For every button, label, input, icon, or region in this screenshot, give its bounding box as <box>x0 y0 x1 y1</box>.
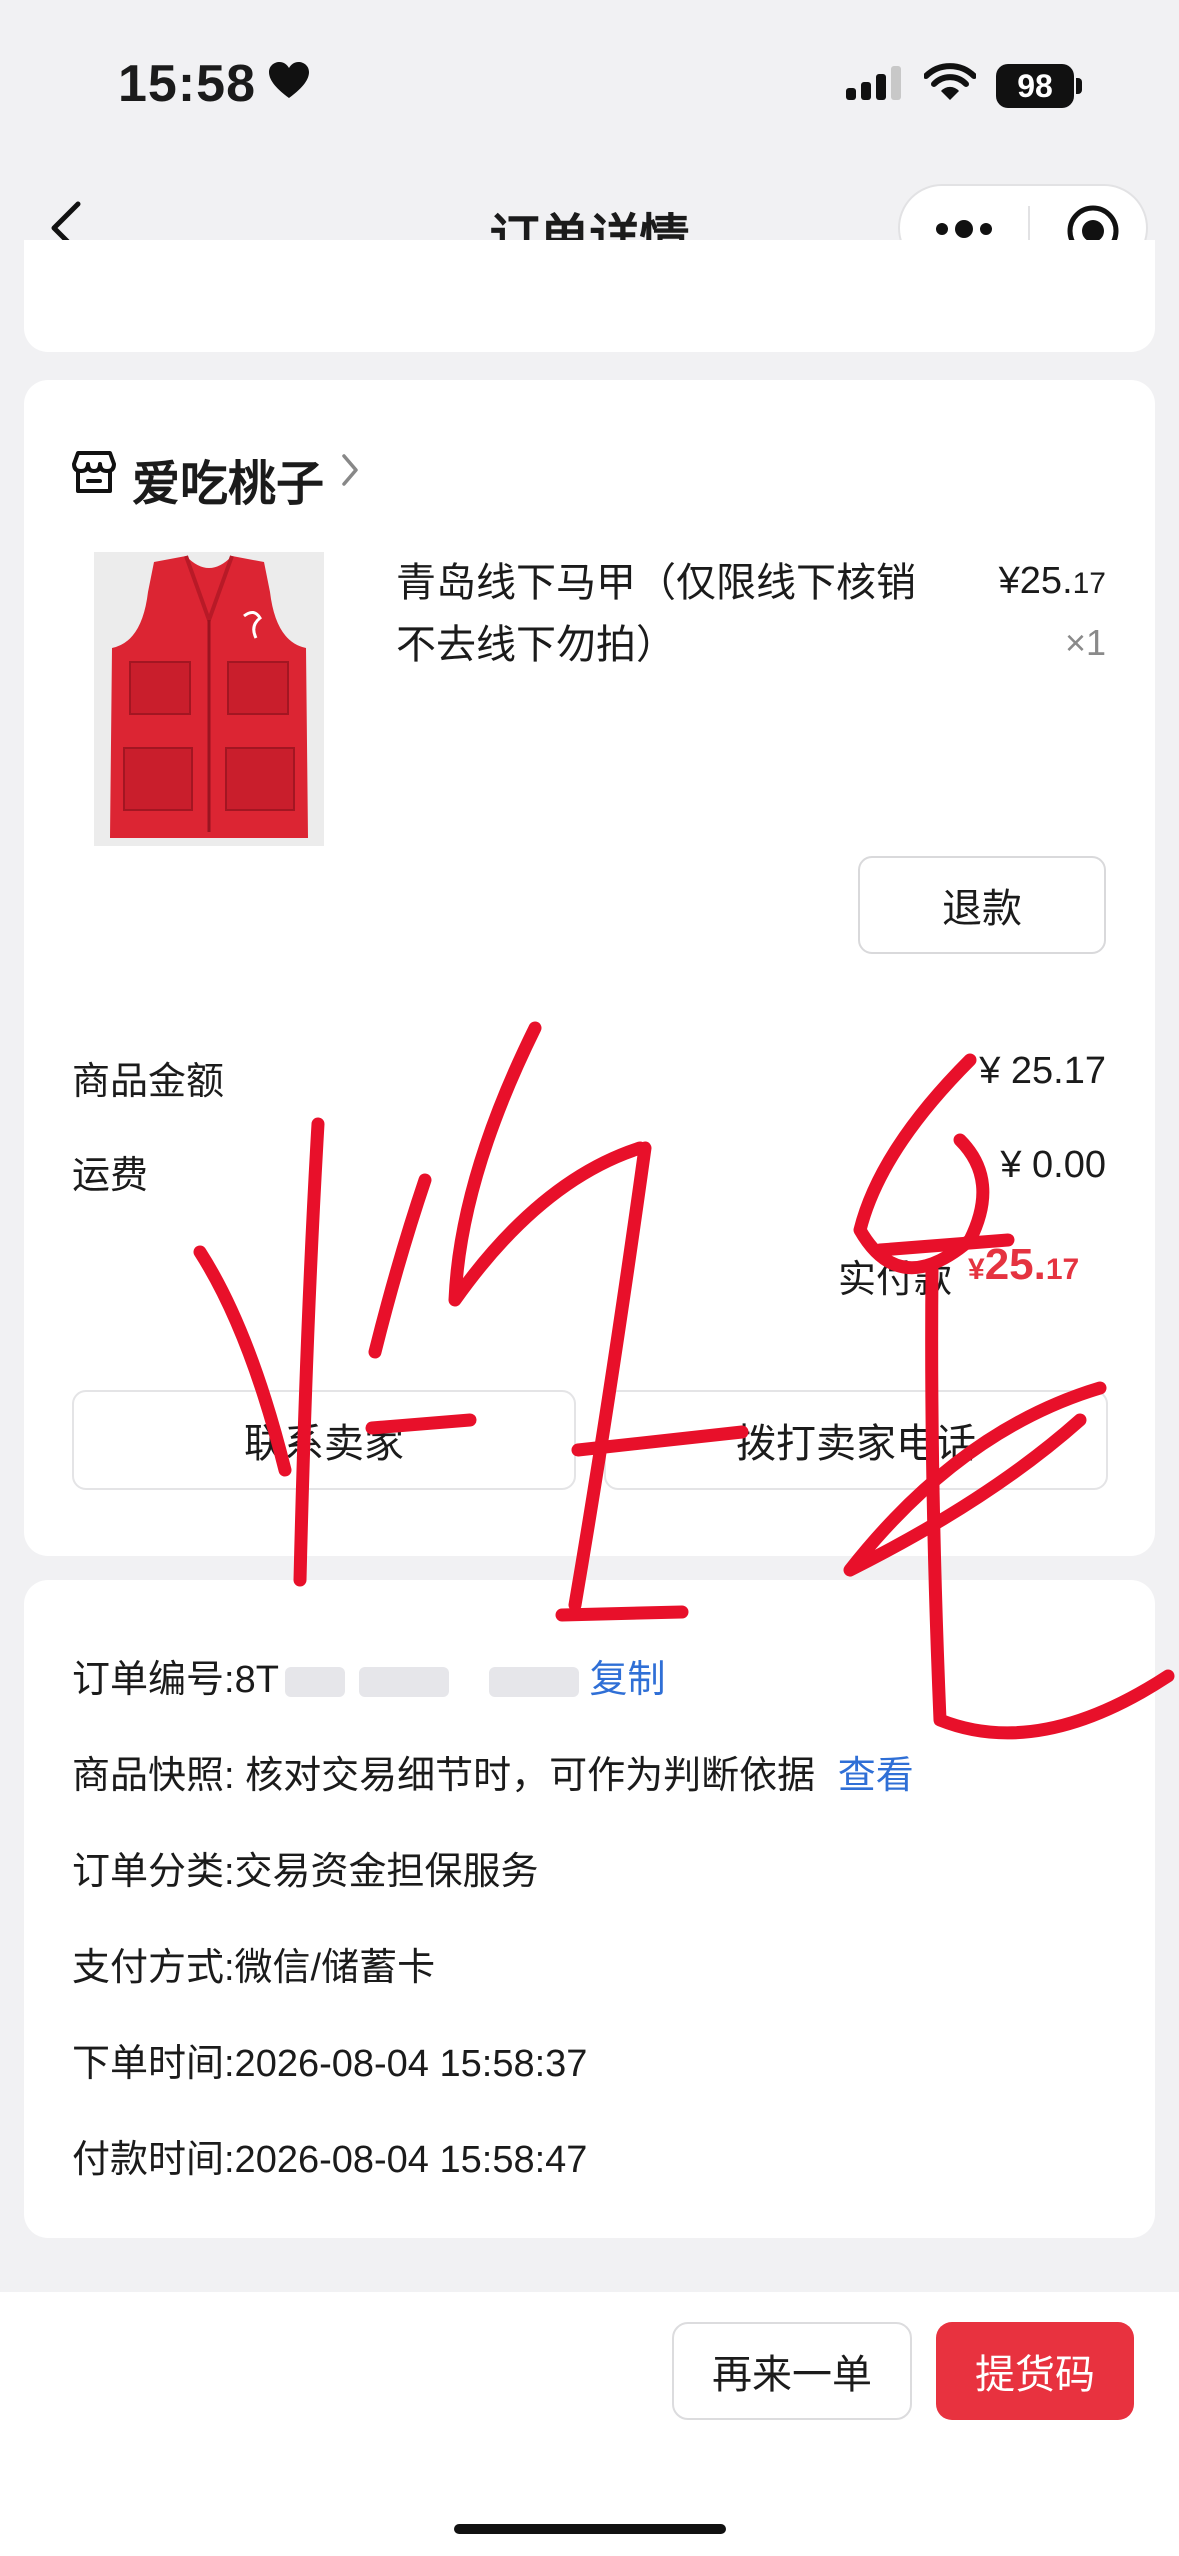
product-quantity: ×1 <box>1064 622 1106 663</box>
order-number-row: 订单编号:8T 复制 <box>72 1648 666 1703</box>
paid-symbol: ¥ <box>968 1253 985 1286</box>
order-number-label: 订单编号: <box>72 1659 235 1701</box>
battery-tip <box>1076 78 1082 94</box>
status-time: 15:58 <box>118 55 256 113</box>
chevron-right-icon[interactable] <box>340 452 360 493</box>
price-symbol: ¥ <box>998 560 1020 602</box>
price-int: 25. <box>1019 560 1073 602</box>
battery-indicator: 98 <box>996 64 1074 108</box>
goods-amount-value: ¥ 25.17 <box>979 1050 1106 1092</box>
reorder-button[interactable]: 再来一单 <box>672 2322 912 2420</box>
signal-icon <box>846 66 906 111</box>
goods-amount-label: 商品金额 <box>72 1061 225 1103</box>
pay-time: 付款时间:2026-08-04 15:58:47 <box>72 2139 588 2181</box>
product-price: ¥25.17 <box>986 560 1106 603</box>
contact-seller-button[interactable]: 联系卖家 <box>72 1390 576 1490</box>
paid-value: ¥25.17 <box>968 1240 1079 1290</box>
paid-int: 25. <box>984 1240 1046 1289</box>
payment-method: 支付方式:微信/储蓄卡 <box>72 1947 436 1989</box>
snapshot-row: 商品快照: 核对交易细节时，可作为判断依据 查看 <box>72 1744 914 1799</box>
price-dec: 17 <box>1072 567 1106 600</box>
order-number-redacted <box>488 1666 579 1697</box>
shop-name[interactable]: 爱吃桃子 <box>132 444 324 514</box>
order-number-redacted <box>358 1666 449 1697</box>
home-indicator <box>454 2524 726 2534</box>
order-time: 下单时间:2026-08-04 15:58:37 <box>72 2043 588 2085</box>
product-title[interactable]: 青岛线下马甲（仅限线下核销 不去线下勿拍） <box>396 552 926 676</box>
wifi-icon <box>923 62 977 107</box>
pickup-code-button[interactable]: 提货码 <box>936 2322 1134 2420</box>
snapshot-view-link[interactable]: 查看 <box>838 1755 914 1797</box>
shipping-value: ¥ 0.00 <box>1000 1144 1106 1186</box>
order-number-partial: 8T <box>234 1659 279 1701</box>
paid-dec: 17 <box>1045 1253 1080 1286</box>
refund-button[interactable]: 退款 <box>858 856 1106 954</box>
order-number-redacted <box>284 1666 345 1697</box>
shipping-label: 运费 <box>72 1155 149 1197</box>
call-seller-button[interactable]: 拨打卖家电话 <box>604 1390 1108 1490</box>
copy-link[interactable]: 复制 <box>589 1659 665 1701</box>
previous-card-bottom <box>24 240 1155 352</box>
order-category: 订单分类:交易资金担保服务 <box>72 1851 539 1893</box>
snapshot-label: 商品快照: 核对交易细节时，可作为判断依据 <box>72 1755 816 1797</box>
paid-label: 实付款 <box>838 1259 953 1301</box>
product-image[interactable] <box>94 552 324 846</box>
shop-icon <box>70 450 118 499</box>
heart-icon <box>268 62 310 105</box>
